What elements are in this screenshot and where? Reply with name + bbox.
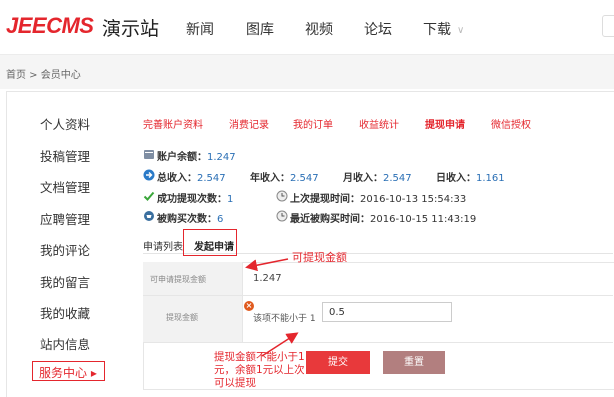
annotation-arrows bbox=[245, 258, 299, 357]
annotation-note: 提现金额不能小于1元，余额1元以上次可以提现 bbox=[214, 351, 305, 389]
annotation-note: 可提现金额 bbox=[292, 251, 347, 264]
annotation-arrow bbox=[245, 258, 289, 272]
